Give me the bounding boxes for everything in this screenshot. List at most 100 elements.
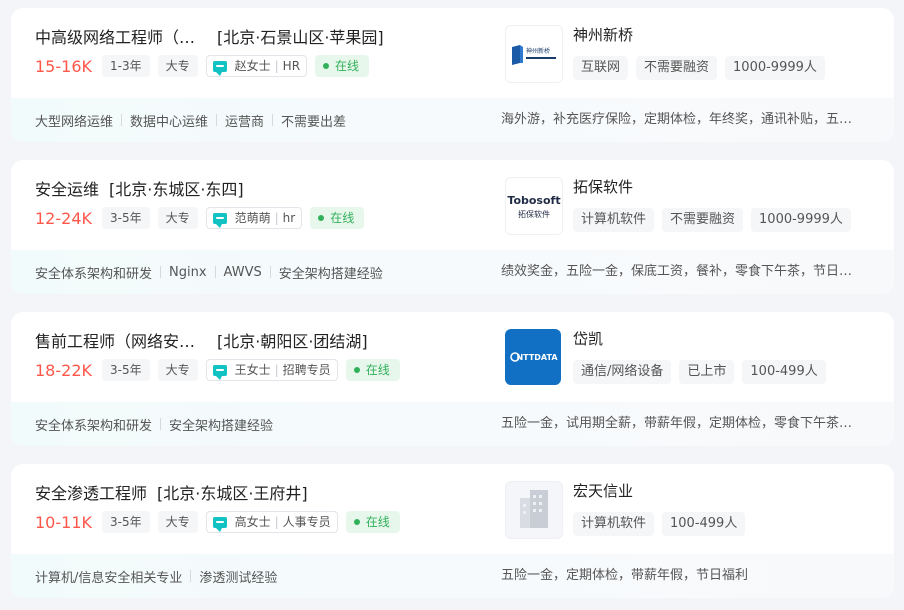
- logo-subtext: 拓保软件: [518, 209, 550, 219]
- company-tags: 计算机软件 不需要融资 1000-9999人: [573, 208, 859, 232]
- welfare-text: 海外游，补充医疗保险，定期体检，年终奖，通讯补贴，五险一金: [501, 112, 861, 127]
- job-card[interactable]: 中高级网络工程师（… [北京·石景山区·苹果园] 15-16K 1-3年 大专 …: [11, 8, 894, 142]
- salary: 10-11K: [35, 512, 92, 532]
- company-tags: 计算机软件 100-499人: [573, 512, 753, 536]
- job-name[interactable]: 安全运维: [35, 176, 99, 200]
- online-status-label: 在线: [365, 363, 390, 377]
- hr-title: HR: [282, 59, 301, 73]
- company-funding-tag: 不需要融资: [636, 56, 718, 80]
- online-status-badge: 在线: [315, 55, 370, 77]
- job-card[interactable]: 安全渗透工程师 [北京·东城区·王府井] 10-11K 3-5年 大专 高女士 …: [11, 464, 894, 598]
- skill-tag: 不需要出差: [281, 114, 347, 130]
- online-status-badge: 在线: [310, 207, 365, 229]
- hr-name: 高女士: [234, 515, 271, 529]
- skill-tag: Nginx: [169, 264, 207, 280]
- hr-contact-button[interactable]: 王女士 | 招聘专员: [205, 359, 338, 381]
- degree-tag: 大专: [157, 55, 198, 77]
- divider: [216, 114, 218, 126]
- tobosoft-logo-icon: Tobosoft 拓保软件: [507, 194, 560, 219]
- company-logo[interactable]: [505, 481, 563, 539]
- company-name[interactable]: 岱凯: [573, 328, 603, 349]
- online-status-badge: 在线: [345, 359, 400, 381]
- company-size-tag: 100-499人: [742, 360, 826, 384]
- online-dot-icon: [353, 367, 360, 373]
- job-name[interactable]: 中高级网络工程师（…: [35, 24, 195, 48]
- skill-tag: AWVS: [223, 264, 262, 280]
- company-logo[interactable]: NTTDATA: [505, 329, 561, 385]
- experience-tag: 3-5年: [101, 511, 150, 533]
- logo-text: NTTDATA: [516, 353, 558, 362]
- company-size-tag: 1000-9999人: [751, 208, 851, 232]
- hr-title: 人事专员: [282, 515, 331, 529]
- skill-tags: 大型网络运维 数据中心运维 运营商 不需要出差: [35, 109, 346, 131]
- salary: 12-24K: [35, 208, 92, 228]
- job-area: [北京·东城区·王府井]: [157, 484, 308, 503]
- divider: [160, 418, 162, 430]
- online-dot-icon: [318, 215, 325, 221]
- company-tags: 互联网 不需要融资 1000-9999人: [573, 56, 833, 80]
- company-name[interactable]: 宏天信业: [573, 480, 633, 501]
- skill-tag: 渗透测试经验: [199, 570, 278, 586]
- experience-tag: 1-3年: [101, 55, 150, 77]
- skill-tags: 安全体系架构和研发 安全架构搭建经验: [35, 413, 273, 435]
- skill-tag: 安全架构搭建经验: [278, 266, 383, 282]
- skill-tag: 安全体系架构和研发: [35, 266, 153, 282]
- skill-tag: 运营商: [225, 114, 265, 130]
- job-name[interactable]: 售前工程师（网络安…: [35, 328, 195, 352]
- online-status-label: 在线: [365, 515, 390, 529]
- online-status-badge: 在线: [345, 511, 400, 533]
- welfare-text: 五险一金，试用期全薪，带薪年假，定期体检，零食下午茶，节日福利: [501, 416, 861, 431]
- divider: [272, 114, 274, 126]
- company-size-tag: 1000-9999人: [725, 56, 825, 80]
- company-logo[interactable]: 神州新桥: [505, 25, 563, 83]
- divider: [121, 114, 123, 126]
- hr-divider: |: [274, 363, 279, 377]
- chat-icon: [212, 516, 227, 532]
- job-card[interactable]: 售前工程师（网络安… [北京·朝阳区·团结湖] 18-22K 3-5年 大专 王…: [11, 312, 894, 446]
- nttdata-logo-icon: NTTDATA: [510, 352, 558, 362]
- welfare-text: 五险一金，定期体检，带薪年假，节日福利: [501, 568, 749, 583]
- company-name[interactable]: 拓保软件: [573, 176, 633, 197]
- job-title-row[interactable]: 中高级网络工程师（… [北京·石景山区·苹果园]: [35, 24, 384, 48]
- degree-tag: 大专: [157, 359, 198, 381]
- divider: [269, 266, 271, 278]
- divider: [190, 570, 192, 582]
- shenzhou-logo-icon: 神州新桥: [512, 45, 556, 65]
- job-title-row[interactable]: 安全渗透工程师 [北京·东城区·王府井]: [35, 480, 308, 504]
- company-industry-tag: 通信/网络设备: [573, 360, 672, 384]
- online-status-label: 在线: [330, 211, 355, 225]
- hr-divider: |: [274, 59, 279, 73]
- welfare-text: 绩效奖金，五险一金，保底工资，餐补，零食下午茶，节日福利: [501, 264, 861, 279]
- job-info-row: 18-22K 3-5年 大专 王女士 | 招聘专员 在线: [35, 358, 400, 382]
- job-title-row[interactable]: 售前工程师（网络安… [北京·朝阳区·团结湖]: [35, 328, 368, 352]
- job-area: [北京·朝阳区·团结湖]: [217, 332, 368, 351]
- divider: [160, 266, 162, 278]
- company-logo[interactable]: Tobosoft 拓保软件: [505, 177, 563, 235]
- skill-tags: 计算机/信息安全相关专业 渗透测试经验: [35, 565, 277, 587]
- salary: 18-22K: [35, 360, 92, 380]
- divider: [214, 266, 216, 278]
- company-industry-tag: 计算机软件: [573, 512, 655, 536]
- job-name[interactable]: 安全渗透工程师: [35, 480, 147, 504]
- hr-name: 王女士: [234, 363, 271, 377]
- hr-contact-button[interactable]: 赵女士 | HR: [205, 55, 308, 77]
- company-name[interactable]: 神州新桥: [573, 24, 633, 45]
- chat-icon: [212, 212, 227, 228]
- job-title-row[interactable]: 安全运维 [北京·东城区·东四]: [35, 176, 244, 200]
- online-dot-icon: [353, 519, 360, 525]
- hr-contact-button[interactable]: 高女士 | 人事专员: [205, 511, 338, 533]
- skill-tag: 计算机/信息安全相关专业: [35, 570, 183, 586]
- salary: 15-16K: [35, 56, 92, 76]
- skill-tag: 安全架构搭建经验: [169, 418, 274, 434]
- company-industry-tag: 计算机软件: [573, 208, 655, 232]
- company-funding-tag: 已上市: [679, 360, 735, 384]
- hr-title: 招聘专员: [282, 363, 331, 377]
- company-tags: 通信/网络设备 已上市 100-499人: [573, 360, 834, 384]
- logo-text: 神州新桥: [526, 47, 550, 55]
- degree-tag: 大专: [157, 511, 198, 533]
- hr-contact-button[interactable]: 范萌萌 | hr: [205, 207, 303, 229]
- skill-tag: 安全体系架构和研发: [35, 418, 153, 434]
- job-card[interactable]: 安全运维 [北京·东城区·东四] 12-24K 3-5年 大专 范萌萌 | hr…: [11, 160, 894, 294]
- hr-name: 赵女士: [234, 59, 271, 73]
- degree-tag: 大专: [157, 207, 198, 229]
